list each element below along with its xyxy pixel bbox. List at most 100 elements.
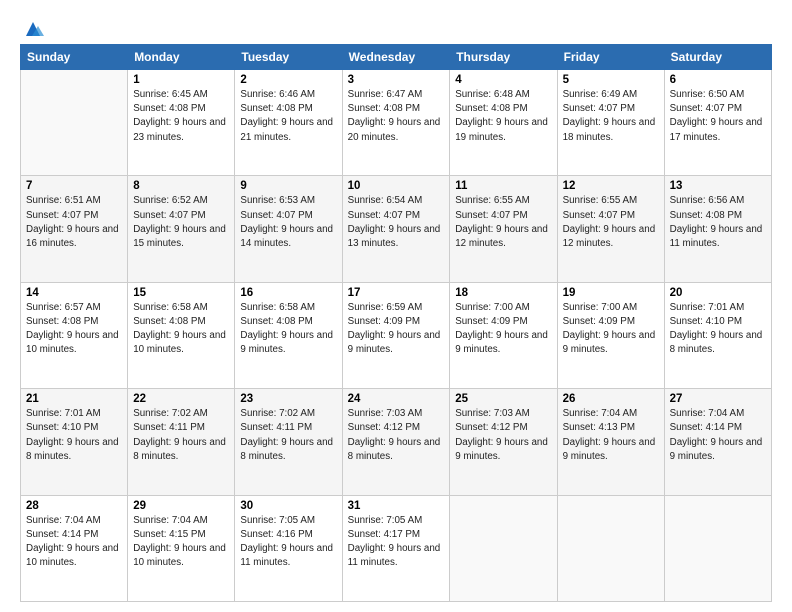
day-cell: 5 Sunrise: 6:49 AMSunset: 4:07 PMDaylight…	[557, 70, 664, 176]
day-number: 24	[348, 393, 445, 405]
day-cell: 20Sunrise: 7:01 AMSunset: 4:10 PMDayligh…	[664, 282, 771, 388]
week-row-3: 21 Sunrise: 7:01 AMSunset: 4:10 PMDayligh…	[21, 389, 772, 495]
week-row-4: 28 Sunrise: 7:04 AMSunset: 4:14 PMDayligh…	[21, 495, 772, 601]
day-info: Sunrise: 6:58 AMSunset: 4:08 PMDaylight:…	[133, 301, 229, 358]
col-header-wednesday: Wednesday	[342, 45, 450, 70]
day-info: Sunrise: 6:45 AMSunset: 4:08 PMDaylight:…	[133, 88, 229, 145]
day-info: Sunrise: 6:48 AMSunset: 4:08 PMDaylight:…	[455, 88, 551, 145]
day-cell: 21 Sunrise: 7:01 AMSunset: 4:10 PMDayligh…	[21, 389, 128, 495]
day-cell: 18 Sunrise: 7:00 AMSunset: 4:09 PMDayligh…	[450, 282, 557, 388]
day-info: Sunrise: 6:56 AMSunset: 4:08 PMDaylight:…	[670, 194, 766, 251]
day-cell: 24 Sunrise: 7:03 AMSunset: 4:12 PMDayligh…	[342, 389, 450, 495]
day-cell: 4 Sunrise: 6:48 AMSunset: 4:08 PMDaylight…	[450, 70, 557, 176]
day-info: Sunrise: 6:46 AMSunset: 4:08 PMDaylight:…	[240, 88, 336, 145]
day-cell: 17 Sunrise: 6:59 AMSunset: 4:09 PMDayligh…	[342, 282, 450, 388]
day-info: Sunrise: 7:03 AMSunset: 4:12 PMDaylight:…	[455, 407, 551, 464]
day-number: 25	[455, 393, 551, 405]
col-header-saturday: Saturday	[664, 45, 771, 70]
page: SundayMondayTuesdayWednesdayThursdayFrid…	[0, 0, 792, 612]
day-number: 14	[26, 287, 122, 299]
header	[20, 18, 772, 36]
day-info: Sunrise: 7:02 AMSunset: 4:11 PMDaylight:…	[240, 407, 336, 464]
day-number: 23	[240, 393, 336, 405]
day-cell	[450, 495, 557, 601]
day-number: 18	[455, 287, 551, 299]
day-number: 28	[26, 500, 122, 512]
day-cell: 26Sunrise: 7:04 AMSunset: 4:13 PMDayligh…	[557, 389, 664, 495]
day-cell	[557, 495, 664, 601]
day-number: 1	[133, 74, 229, 86]
day-info: Sunrise: 7:02 AMSunset: 4:11 PMDaylight:…	[133, 407, 229, 464]
day-cell: 8 Sunrise: 6:52 AMSunset: 4:07 PMDaylight…	[128, 176, 235, 282]
week-row-1: 7Sunrise: 6:51 AMSunset: 4:07 PMDaylight…	[21, 176, 772, 282]
calendar: SundayMondayTuesdayWednesdayThursdayFrid…	[20, 44, 772, 602]
day-info: Sunrise: 6:52 AMSunset: 4:07 PMDaylight:…	[133, 194, 229, 251]
day-number: 26	[563, 393, 659, 405]
day-cell: 1 Sunrise: 6:45 AMSunset: 4:08 PMDaylight…	[128, 70, 235, 176]
day-info: Sunrise: 6:58 AMSunset: 4:08 PMDaylight:…	[240, 301, 336, 358]
day-cell: 29Sunrise: 7:04 AMSunset: 4:15 PMDayligh…	[128, 495, 235, 601]
week-row-2: 14 Sunrise: 6:57 AMSunset: 4:08 PMDayligh…	[21, 282, 772, 388]
day-number: 31	[348, 500, 445, 512]
day-info: Sunrise: 6:49 AMSunset: 4:07 PMDaylight:…	[563, 88, 659, 145]
day-info: Sunrise: 6:57 AMSunset: 4:08 PMDaylight:…	[26, 301, 122, 358]
day-info: Sunrise: 7:05 AMSunset: 4:17 PMDaylight:…	[348, 514, 445, 571]
day-number: 16	[240, 287, 336, 299]
day-number: 15	[133, 287, 229, 299]
calendar-header-row: SundayMondayTuesdayWednesdayThursdayFrid…	[21, 45, 772, 70]
day-info: Sunrise: 7:05 AMSunset: 4:16 PMDaylight:…	[240, 514, 336, 571]
col-header-friday: Friday	[557, 45, 664, 70]
day-cell: 22 Sunrise: 7:02 AMSunset: 4:11 PMDayligh…	[128, 389, 235, 495]
day-number: 9	[240, 180, 336, 192]
day-number: 21	[26, 393, 122, 405]
day-cell: 31 Sunrise: 7:05 AMSunset: 4:17 PMDayligh…	[342, 495, 450, 601]
day-info: Sunrise: 6:55 AMSunset: 4:07 PMDaylight:…	[455, 194, 551, 251]
day-number: 11	[455, 180, 551, 192]
week-row-0: 1 Sunrise: 6:45 AMSunset: 4:08 PMDaylight…	[21, 70, 772, 176]
day-number: 17	[348, 287, 445, 299]
day-cell: 27 Sunrise: 7:04 AMSunset: 4:14 PMDayligh…	[664, 389, 771, 495]
logo	[20, 18, 44, 36]
day-info: Sunrise: 6:50 AMSunset: 4:07 PMDaylight:…	[670, 88, 766, 145]
day-cell: 30 Sunrise: 7:05 AMSunset: 4:16 PMDayligh…	[235, 495, 342, 601]
col-header-monday: Monday	[128, 45, 235, 70]
day-cell: 16 Sunrise: 6:58 AMSunset: 4:08 PMDayligh…	[235, 282, 342, 388]
day-number: 13	[670, 180, 766, 192]
day-number: 5	[563, 74, 659, 86]
day-info: Sunrise: 7:04 AMSunset: 4:14 PMDaylight:…	[670, 407, 766, 464]
day-info: Sunrise: 6:54 AMSunset: 4:07 PMDaylight:…	[348, 194, 445, 251]
day-cell: 19 Sunrise: 7:00 AMSunset: 4:09 PMDayligh…	[557, 282, 664, 388]
day-info: Sunrise: 6:47 AMSunset: 4:08 PMDaylight:…	[348, 88, 445, 145]
day-info: Sunrise: 7:01 AMSunset: 4:10 PMDaylight:…	[670, 301, 766, 358]
day-number: 12	[563, 180, 659, 192]
day-cell	[664, 495, 771, 601]
day-info: Sunrise: 6:53 AMSunset: 4:07 PMDaylight:…	[240, 194, 336, 251]
day-number: 10	[348, 180, 445, 192]
day-cell: 9 Sunrise: 6:53 AMSunset: 4:07 PMDaylight…	[235, 176, 342, 282]
day-info: Sunrise: 7:00 AMSunset: 4:09 PMDaylight:…	[455, 301, 551, 358]
day-cell: 28 Sunrise: 7:04 AMSunset: 4:14 PMDayligh…	[21, 495, 128, 601]
col-header-sunday: Sunday	[21, 45, 128, 70]
day-number: 7	[26, 180, 122, 192]
day-info: Sunrise: 7:04 AMSunset: 4:14 PMDaylight:…	[26, 514, 122, 571]
day-number: 30	[240, 500, 336, 512]
day-number: 8	[133, 180, 229, 192]
day-info: Sunrise: 6:59 AMSunset: 4:09 PMDaylight:…	[348, 301, 445, 358]
day-cell: 10 Sunrise: 6:54 AMSunset: 4:07 PMDayligh…	[342, 176, 450, 282]
day-number: 29	[133, 500, 229, 512]
logo-icon	[22, 18, 44, 40]
day-number: 19	[563, 287, 659, 299]
day-cell: 11 Sunrise: 6:55 AMSunset: 4:07 PMDayligh…	[450, 176, 557, 282]
day-info: Sunrise: 6:55 AMSunset: 4:07 PMDaylight:…	[563, 194, 659, 251]
day-cell: 6Sunrise: 6:50 AMSunset: 4:07 PMDaylight…	[664, 70, 771, 176]
day-cell	[21, 70, 128, 176]
day-info: Sunrise: 7:00 AMSunset: 4:09 PMDaylight:…	[563, 301, 659, 358]
day-number: 4	[455, 74, 551, 86]
day-info: Sunrise: 7:01 AMSunset: 4:10 PMDaylight:…	[26, 407, 122, 464]
day-info: Sunrise: 7:03 AMSunset: 4:12 PMDaylight:…	[348, 407, 445, 464]
day-cell: 13 Sunrise: 6:56 AMSunset: 4:08 PMDayligh…	[664, 176, 771, 282]
day-number: 27	[670, 393, 766, 405]
day-cell: 15 Sunrise: 6:58 AMSunset: 4:08 PMDayligh…	[128, 282, 235, 388]
col-header-thursday: Thursday	[450, 45, 557, 70]
day-number: 22	[133, 393, 229, 405]
